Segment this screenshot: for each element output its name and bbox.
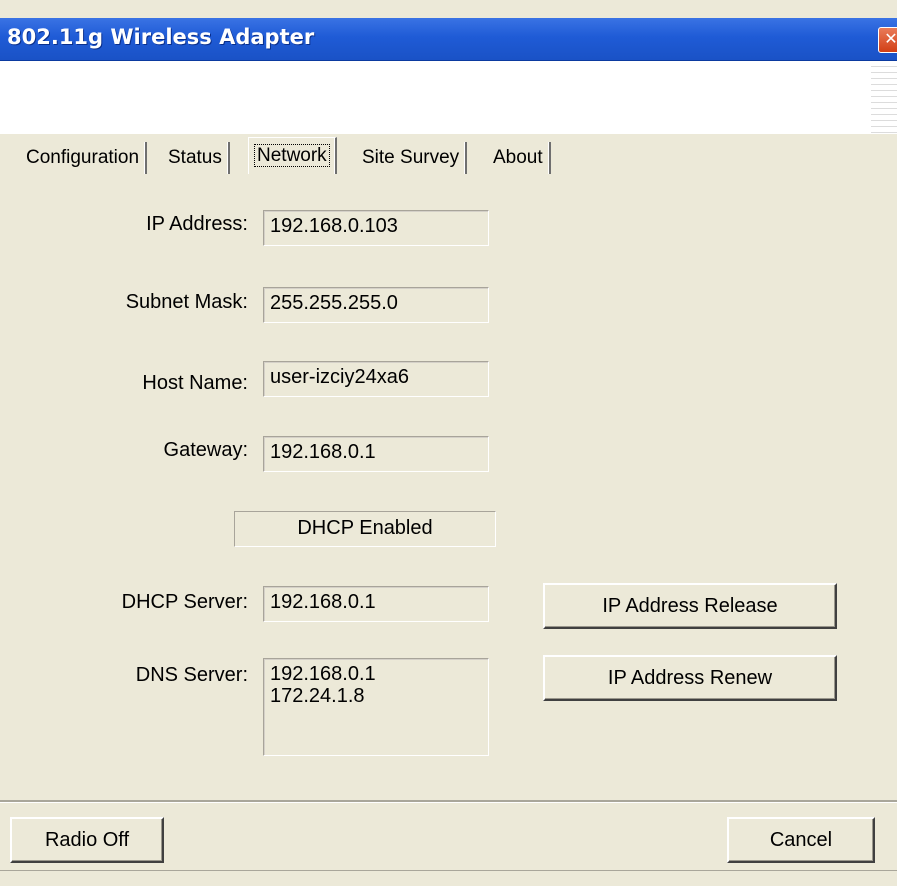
tab-site-survey-label: Site Survey [362,147,460,168]
tab-strip: Configuration Status Network Site Survey… [0,134,897,180]
network-settings-window: 802.11g Wireless Adapter ✕ Configuration… [0,0,897,886]
ip-address-renew-button[interactable]: IP Address Renew [543,655,837,701]
tab-network-label: Network [254,144,330,167]
dhcp-status-box: DHCP Enabled [234,511,496,547]
tab-configuration-label: Configuration [26,147,140,168]
tab-status-label: Status [168,147,222,168]
subnet-mask-field: 255.255.255.0 [263,287,489,323]
dns-server-label: DNS Server: [135,664,248,686]
host-name-label: Host Name: [142,372,248,394]
gateway-label: Gateway: [163,439,248,461]
tab-status[interactable]: Status [162,142,230,174]
tab-site-survey[interactable]: Site Survey [356,142,468,174]
ip-address-label: IP Address: [146,213,248,235]
radio-off-button[interactable]: Radio Off [10,817,164,863]
ip-address-field: 192.168.0.103 [263,210,489,246]
subnet-mask-label: Subnet Mask: [125,291,248,313]
tab-configuration[interactable]: Configuration [20,142,148,174]
tab-about-label: About [493,147,543,168]
tab-about[interactable]: About [487,142,551,174]
window-title: 802.11g Wireless Adapter [7,25,315,49]
network-tab-panel: IP Address: 192.168.0.103 Subnet Mask: 2… [0,180,897,800]
title-bar[interactable]: 802.11g Wireless Adapter ✕ [0,18,897,61]
banner-area [0,61,897,134]
close-icon[interactable]: ✕ [878,27,897,53]
dhcp-server-label: DHCP Server: [121,591,248,613]
banner-decoration [871,61,897,134]
ip-address-release-button[interactable]: IP Address Release [543,583,837,629]
gateway-field: 192.168.0.1 [263,436,489,472]
window-bottom-edge [0,870,897,886]
dns-server-field: 192.168.0.1 172.24.1.8 [263,658,489,756]
host-name-field: user-izciy24xa6 [263,361,489,397]
cancel-button[interactable]: Cancel [727,817,875,863]
dhcp-server-field: 192.168.0.1 [263,586,489,622]
tab-network[interactable]: Network [248,137,337,174]
